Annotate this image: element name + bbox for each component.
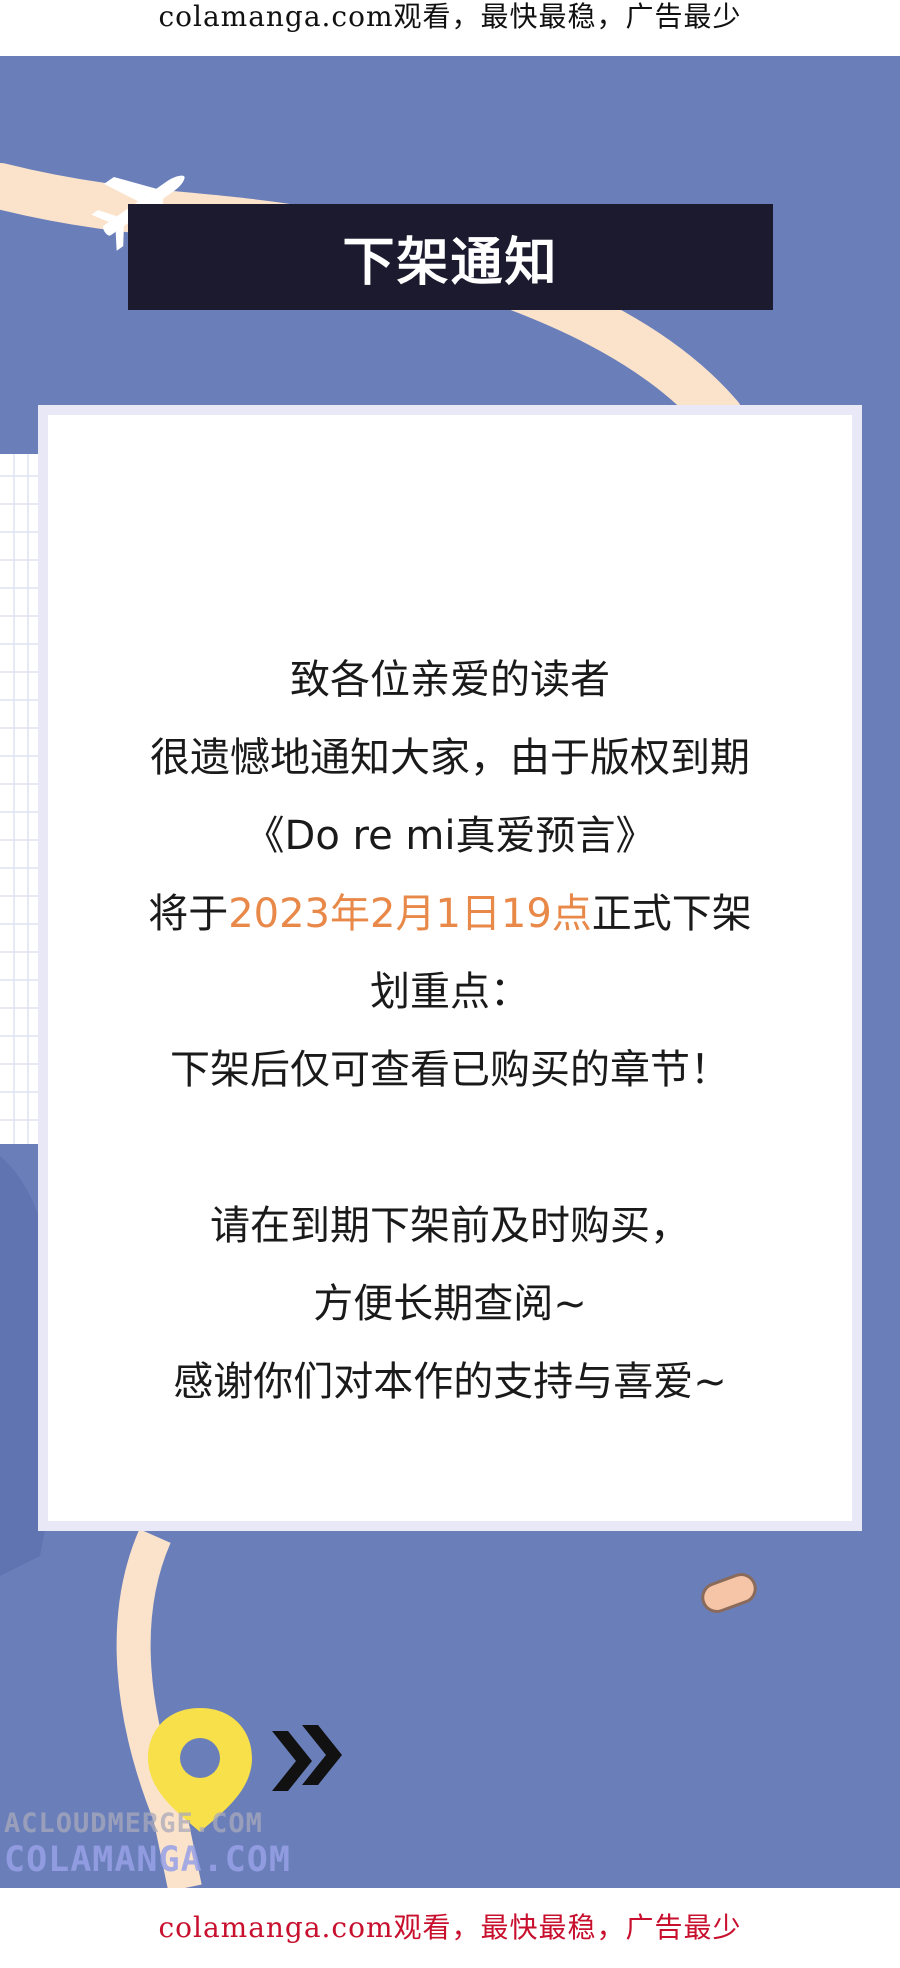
notice-title: 下架通知 — [342, 232, 559, 293]
removal-date-highlight: 2023年2月1日19点 — [228, 891, 592, 937]
notice-poster: 下架通知 致各位亲爱的读者 很遗憾地通知大家，由于版权到期 《Do re mi真… — [0, 56, 900, 1888]
notice-purchase-reminder: 请在到期下架前及时购买， — [210, 1203, 690, 1249]
notice-key-detail: 下架后仅可查看已购买的章节！ — [170, 1047, 730, 1093]
capsule-decoration-bottom-peach — [701, 1573, 757, 1613]
top-ad-banner[interactable]: colamanga.com观看，最快最稳，广告最少 — [0, 0, 900, 56]
watermark-colamanga: COLAMANGA.COM — [4, 1840, 291, 1880]
notice-greeting: 致各位亲爱的读者 — [290, 657, 610, 703]
notice-spacer — [48, 1109, 852, 1187]
notice-key-point: 划重点： — [370, 969, 530, 1015]
bottom-ad-banner[interactable]: colamanga.com观看，最快最稳，广告最少 — [0, 1888, 900, 1968]
page: colamanga.com观看，最快最稳，广告最少 下架通知 致各位亲爱的读者 … — [0, 0, 900, 1968]
notice-thanks: 感谢你们对本作的支持与喜爱~ — [173, 1359, 727, 1405]
notice-apology: 很遗憾地通知大家，由于版权到期 — [150, 735, 750, 781]
notice-card: 致各位亲爱的读者 很遗憾地通知大家，由于版权到期 《Do re mi真爱预言》 … — [38, 405, 862, 1531]
notice-removal-time: 将于2023年2月1日19点正式下架 — [48, 875, 852, 953]
double-chevron-icon — [272, 1725, 342, 1791]
grid-paper-decoration — [0, 454, 38, 1144]
watermark-acloudmerge: ACLOUDMERGE.COM — [4, 1808, 263, 1839]
notice-work-title: 《Do re mi真爱预言》 — [244, 813, 656, 859]
title-banner: 下架通知 — [128, 204, 773, 310]
notice-convenience: 方便长期查阅~ — [313, 1281, 587, 1327]
removal-prefix: 将于 — [148, 891, 229, 937]
notice-body: 致各位亲爱的读者 很遗憾地通知大家，由于版权到期 《Do re mi真爱预言》 … — [48, 641, 852, 1421]
removal-suffix: 正式下架 — [591, 891, 752, 937]
